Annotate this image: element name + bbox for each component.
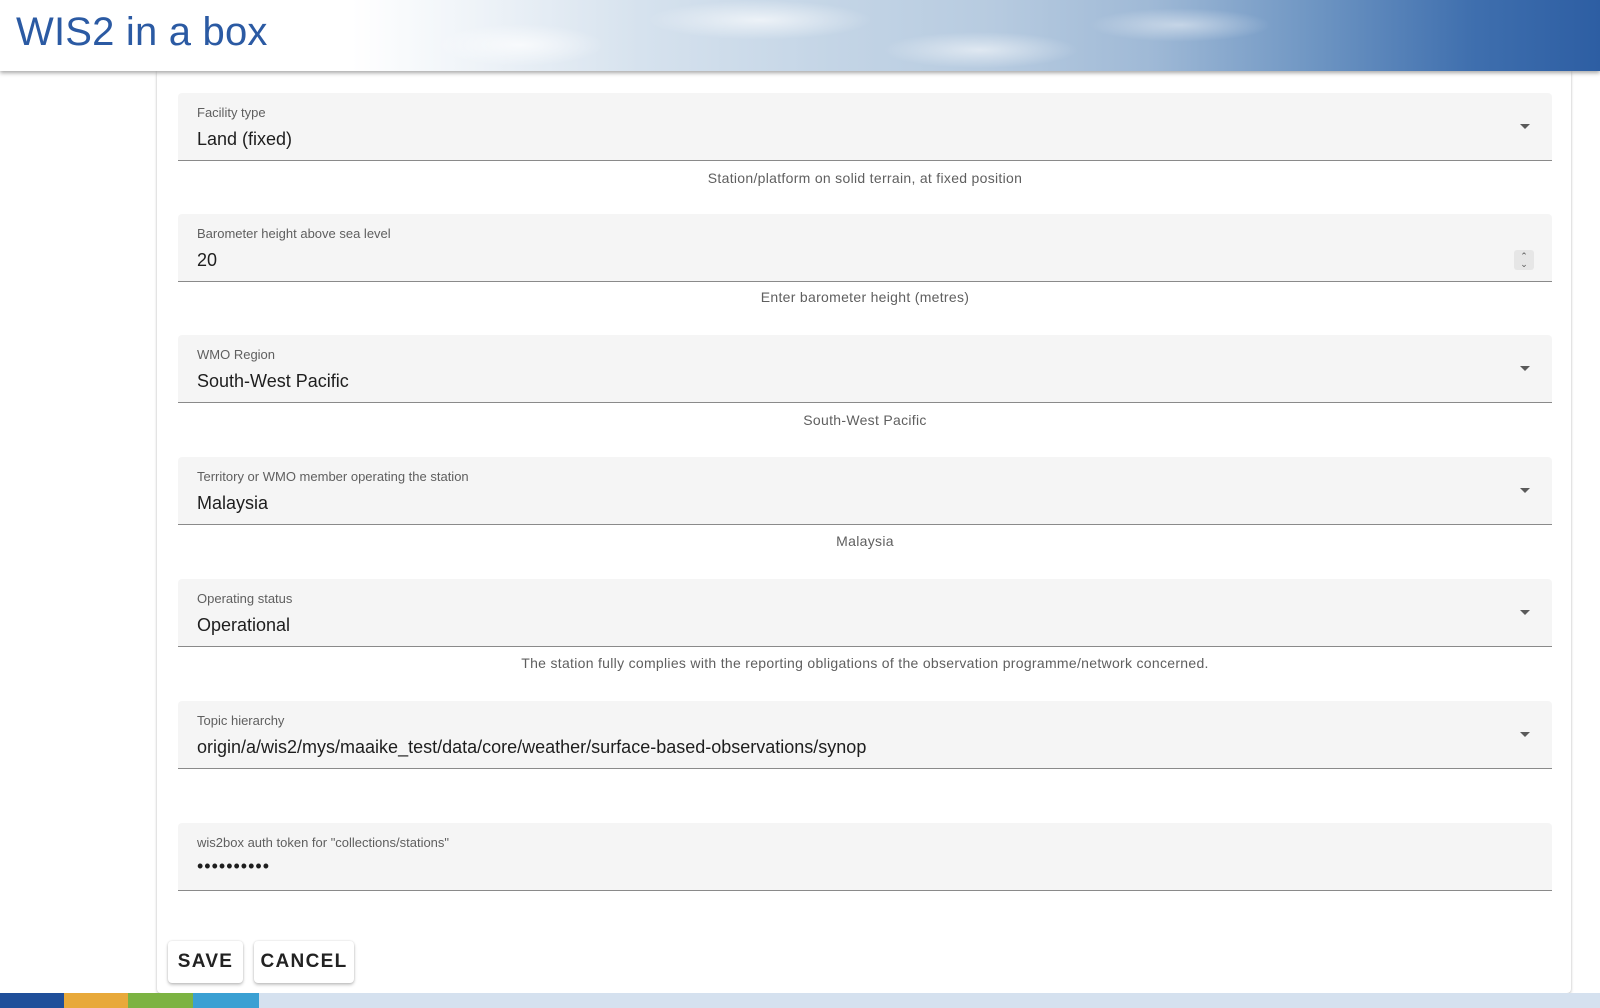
- auth-token-input[interactable]: wis2box auth token for "collections/stat…: [178, 823, 1552, 891]
- auth-token-value: ••••••••••: [197, 856, 271, 876]
- facility-type-label: Facility type: [197, 105, 266, 120]
- caret-down-icon[interactable]: [1520, 610, 1530, 615]
- barometer-height-label: Barometer height above sea level: [197, 226, 391, 241]
- facility-type-select[interactable]: Facility type Land (fixed): [178, 93, 1552, 161]
- footer-color-bar: [0, 993, 1600, 1008]
- save-button[interactable]: SAVE: [168, 941, 243, 983]
- territory-label: Territory or WMO member operating the st…: [197, 469, 469, 484]
- operating-status-select[interactable]: Operating status Operational: [178, 579, 1552, 647]
- operating-status-value: Operational: [197, 615, 291, 635]
- footer-segment-green: [128, 993, 193, 1008]
- stepper-down-icon[interactable]: ⌄: [1520, 260, 1528, 269]
- caret-down-icon[interactable]: [1520, 366, 1530, 371]
- wmo-region-select[interactable]: WMO Region South-West Pacific: [178, 335, 1552, 403]
- territory-value: Malaysia: [197, 493, 269, 513]
- wmo-region-label: WMO Region: [197, 347, 276, 362]
- barometer-height-hint: Enter barometer height (metres): [760, 289, 970, 305]
- footer-segment-light: [259, 993, 1600, 1008]
- footer-segment-orange: [64, 993, 128, 1008]
- facility-type-hint: Station/platform on solid terrain, at fi…: [707, 170, 1023, 186]
- barometer-height-input[interactable]: Barometer height above sea level 20 ⌃ ⌄: [178, 214, 1552, 282]
- caret-down-icon[interactable]: [1520, 124, 1530, 129]
- caret-down-icon[interactable]: [1520, 732, 1530, 737]
- footer-segment-cyan: [193, 993, 259, 1008]
- wmo-region-value: South-West Pacific: [197, 371, 349, 391]
- auth-token-label: wis2box auth token for "collections/stat…: [197, 835, 450, 850]
- operating-status-hint: The station fully complies with the repo…: [521, 655, 1209, 671]
- app-title: WIS2 in a box: [16, 10, 268, 54]
- operating-status-label: Operating status: [197, 591, 293, 606]
- facility-type-value: Land (fixed): [197, 129, 293, 149]
- topic-hierarchy-select[interactable]: Topic hierarchy origin/a/wis2/mys/maaike…: [178, 701, 1552, 769]
- topic-hierarchy-label: Topic hierarchy: [197, 713, 285, 728]
- footer-segment-blue: [0, 993, 64, 1008]
- barometer-height-value: 20: [197, 250, 218, 270]
- territory-select[interactable]: Territory or WMO member operating the st…: [178, 457, 1552, 525]
- number-stepper-icon[interactable]: ⌃ ⌄: [1514, 250, 1534, 270]
- caret-down-icon[interactable]: [1520, 488, 1530, 493]
- topic-hierarchy-value: origin/a/wis2/mys/maaike_test/data/core/…: [197, 737, 867, 757]
- wmo-region-hint: South-West Pacific: [803, 412, 927, 428]
- cancel-button[interactable]: CANCEL: [254, 941, 354, 983]
- territory-hint: Malaysia: [836, 533, 894, 549]
